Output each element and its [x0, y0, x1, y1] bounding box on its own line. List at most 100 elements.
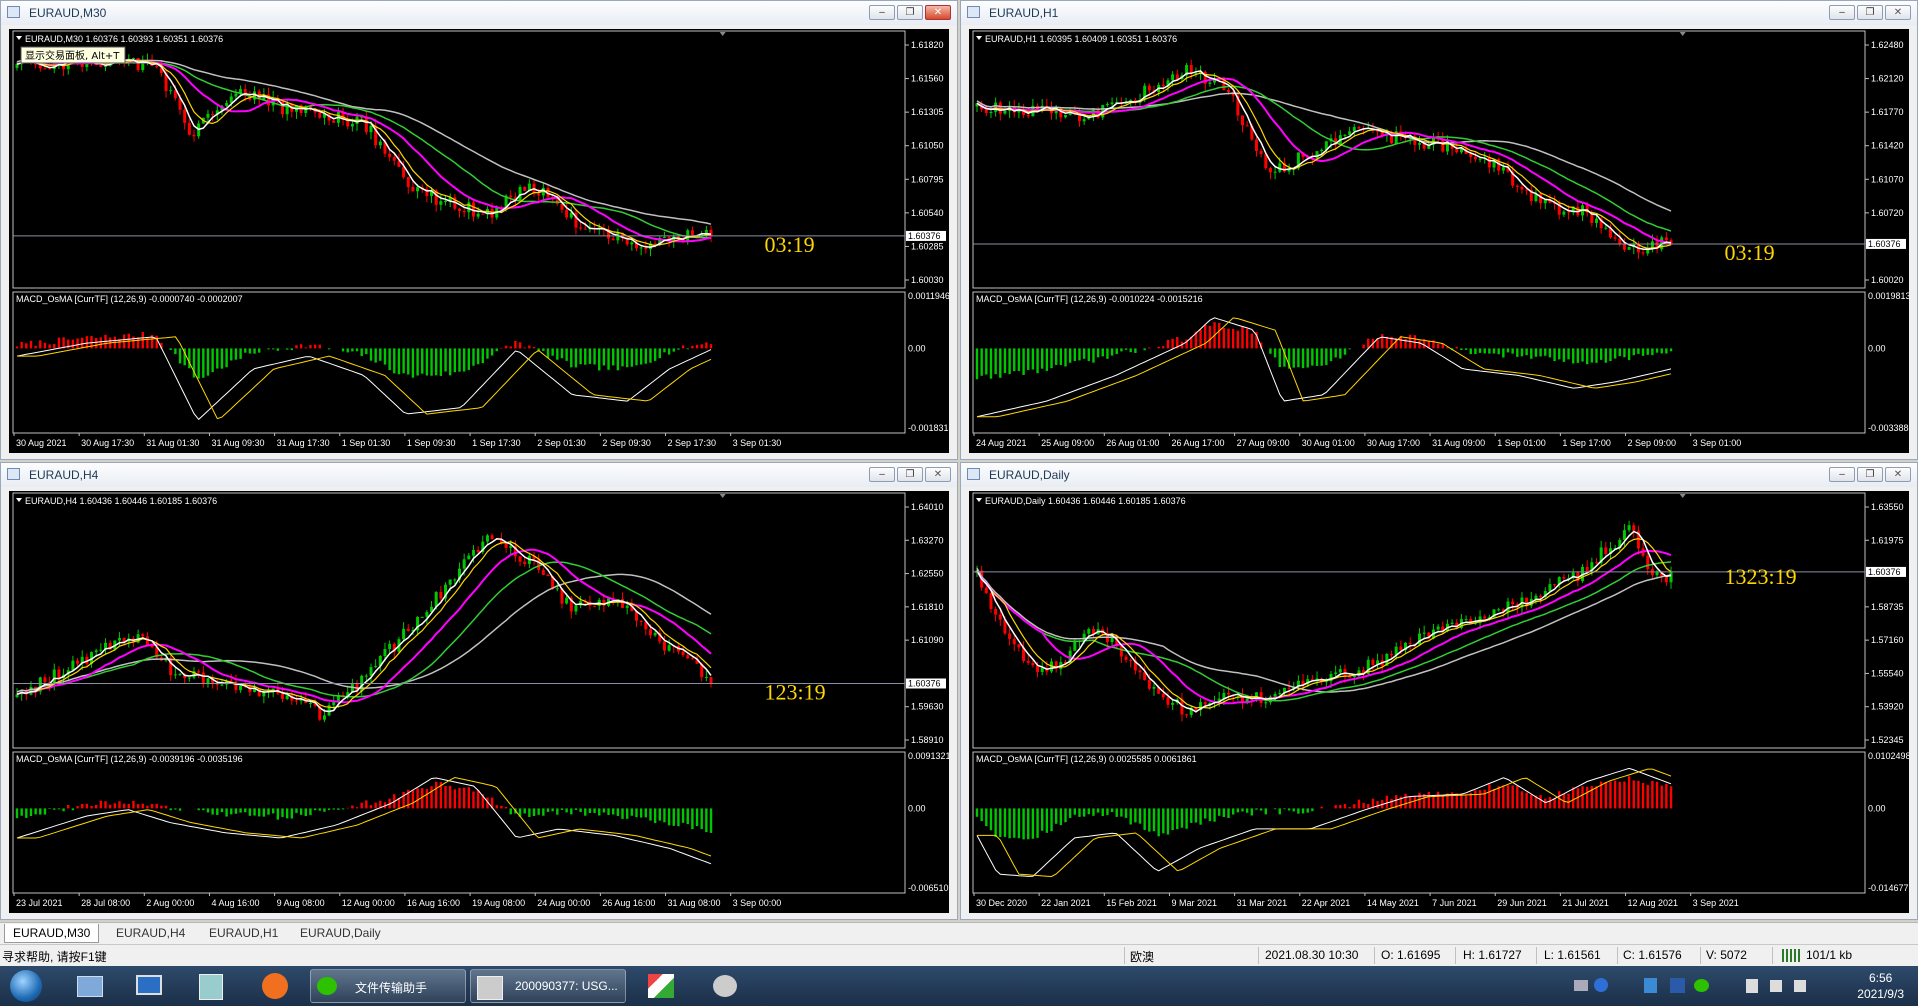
macd-histogram-bar — [1669, 786, 1673, 809]
time-axis-label: 19 Aug 08:00 — [472, 898, 525, 908]
network-taskbar-icon[interactable] — [196, 969, 226, 1003]
shield-tray-icon[interactable] — [1644, 978, 1657, 993]
candle-body — [1534, 595, 1538, 599]
macd-histogram-bar — [1595, 786, 1598, 809]
macd-histogram-bar — [458, 348, 461, 372]
macd-histogram-bar — [25, 343, 28, 349]
cleaner-taskbar-icon[interactable] — [708, 969, 742, 1003]
bar-countdown-timer: 03:19 — [1725, 240, 1775, 265]
restore-button[interactable]: ❐ — [1857, 5, 1883, 20]
browser-taskbar-icon[interactable] — [260, 969, 290, 1003]
candle-body — [1166, 697, 1170, 705]
restore-button[interactable]: ❐ — [1857, 467, 1883, 482]
tab-euraud-h1[interactable]: EURAUD,H1 — [201, 924, 286, 943]
macd-histogram-bar — [62, 808, 65, 812]
candle-body — [1208, 82, 1212, 84]
candle-body — [1390, 653, 1394, 656]
candle-body — [1264, 702, 1268, 704]
help-tray-icon[interactable] — [1594, 978, 1608, 992]
window-titlebar[interactable]: EURAUD,H4 – ❐ ✕ — [1, 463, 957, 487]
candle-body — [318, 112, 322, 118]
macd-histogram-bar — [99, 337, 103, 349]
metatrader-taskbar-button[interactable]: 200090377: USG... — [470, 969, 626, 1003]
wechat-tray-icon[interactable] — [1694, 979, 1709, 992]
status-profile[interactable]: 欧澳 — [1130, 948, 1154, 965]
window-titlebar[interactable]: EURAUD,H1 – ❐ ✕ — [961, 1, 1917, 25]
macd-histogram-bar — [71, 808, 75, 811]
volume-tray-icon[interactable] — [1770, 980, 1782, 992]
candle-body — [709, 677, 713, 684]
start-button[interactable] — [6, 969, 46, 1003]
restore-button[interactable]: ❐ — [897, 467, 923, 482]
macd-histogram-bar — [1665, 783, 1668, 809]
moving-average-line — [16, 548, 712, 704]
chart-window-h1[interactable]: EURAUD,H1 – ❐ ✕ 1.62480 1.62120 1.61770 1.61420… — [960, 0, 1918, 460]
restore-button[interactable]: ❐ — [897, 5, 923, 20]
close-button[interactable]: ✕ — [925, 467, 951, 482]
macd-histogram-bar — [1045, 808, 1049, 833]
chart-canvas[interactable]: 1.61820 1.61560 1.61305 1.61050 1.60795 1.605… — [9, 29, 949, 453]
macd-histogram-bar — [1641, 782, 1645, 809]
macd-histogram-bar — [1432, 795, 1435, 809]
chart-canvas[interactable]: 1.62480 1.62120 1.61770 1.61420 1.61070 1.607… — [969, 29, 1909, 453]
candle-body — [639, 247, 643, 249]
candle-body — [1664, 576, 1668, 583]
candle-body — [1501, 167, 1505, 171]
flag-tray-icon[interactable] — [1794, 980, 1806, 992]
macd-histogram-bar — [48, 344, 51, 349]
tab-euraud-daily[interactable]: EURAUD,Daily — [292, 924, 389, 943]
candle-body — [994, 608, 998, 615]
wechat-taskbar-button[interactable]: 文件传输助手 — [310, 969, 466, 1003]
candle-body — [187, 677, 191, 679]
tab-euraud-h4[interactable]: EURAUD,H4 — [108, 924, 193, 943]
macd-histogram-bar — [81, 337, 84, 349]
status-volume: V: 5072 — [1706, 948, 1747, 962]
macd-histogram-bar — [681, 345, 685, 349]
macd-histogram-bar — [1427, 791, 1431, 809]
chart-canvas[interactable]: 1.64010 1.63270 1.62550 1.61810 1.61090 1.596… — [9, 491, 949, 913]
macd-histogram-bar — [1544, 348, 1547, 356]
macd-histogram-bar — [1441, 795, 1444, 809]
chart-window-m30[interactable]: EURAUD,M30 – ❐ ✕ 1.61820 1.61560 1.61305 1.6105… — [0, 0, 958, 460]
macd-histogram-bar — [1120, 348, 1123, 352]
minimize-button[interactable]: – — [869, 467, 895, 482]
macd-histogram-bar — [1362, 802, 1365, 809]
close-button[interactable]: ✕ — [1885, 467, 1911, 482]
minimize-button[interactable]: – — [1829, 5, 1855, 20]
macd-histogram-bar — [304, 808, 307, 816]
candle-body — [1450, 622, 1454, 624]
window-title: EURAUD,Daily — [989, 468, 1070, 482]
candle-body — [57, 669, 61, 679]
desktop-taskbar-icon[interactable] — [134, 969, 164, 1003]
chart-window-h4[interactable]: EURAUD,H4 – ❐ ✕ 1.64010 1.63270 1.62550 1.61810… — [0, 462, 958, 920]
security-tray-icon[interactable] — [1670, 978, 1685, 993]
macd-histogram-bar — [1134, 348, 1137, 353]
close-button[interactable]: ✕ — [925, 5, 951, 20]
minimize-button[interactable]: – — [869, 5, 895, 20]
time-axis-label: 26 Aug 16:00 — [602, 898, 655, 908]
network-tray-icon[interactable] — [1746, 979, 1758, 993]
close-button[interactable]: ✕ — [1885, 5, 1911, 20]
chart-window-daily[interactable]: EURAUD,Daily – ❐ ✕ 1.63550 1.61975 1.58735 1.57… — [960, 462, 1918, 920]
taskbar-clock[interactable]: 6:56 2021/9/3 — [1857, 970, 1904, 1002]
macd-histogram-bar — [1297, 808, 1300, 814]
window-titlebar[interactable]: EURAUD,M30 – ❐ ✕ — [1, 1, 957, 25]
candle-body — [509, 546, 513, 548]
explorer-taskbar-icon[interactable] — [74, 969, 104, 1003]
tab-euraud-m30[interactable]: EURAUD,M30 — [4, 924, 100, 943]
time-axis-label: 30 Aug 2021 — [16, 438, 67, 448]
candle-body — [989, 111, 993, 114]
minimize-button[interactable]: – — [1829, 467, 1855, 482]
chart-canvas[interactable]: 1.63550 1.61975 1.58735 1.57160 1.55540 1.539… — [969, 491, 1909, 913]
macd-histogram-bar — [57, 808, 61, 810]
macd-histogram-bar — [318, 808, 321, 811]
macd-histogram-bar — [309, 345, 312, 349]
macd-histogram-bar — [76, 806, 79, 809]
window-titlebar[interactable]: EURAUD,Daily – ❐ ✕ — [961, 463, 1917, 487]
macd-histogram-bar — [1488, 348, 1491, 354]
macd-histogram-bar — [355, 348, 359, 352]
chart-app-taskbar-icon[interactable] — [644, 969, 678, 1003]
keyboard-tray-icon[interactable] — [1574, 980, 1588, 991]
macd-histogram-bar — [1101, 348, 1104, 357]
time-axis-label: 22 Jan 2021 — [1041, 898, 1091, 908]
